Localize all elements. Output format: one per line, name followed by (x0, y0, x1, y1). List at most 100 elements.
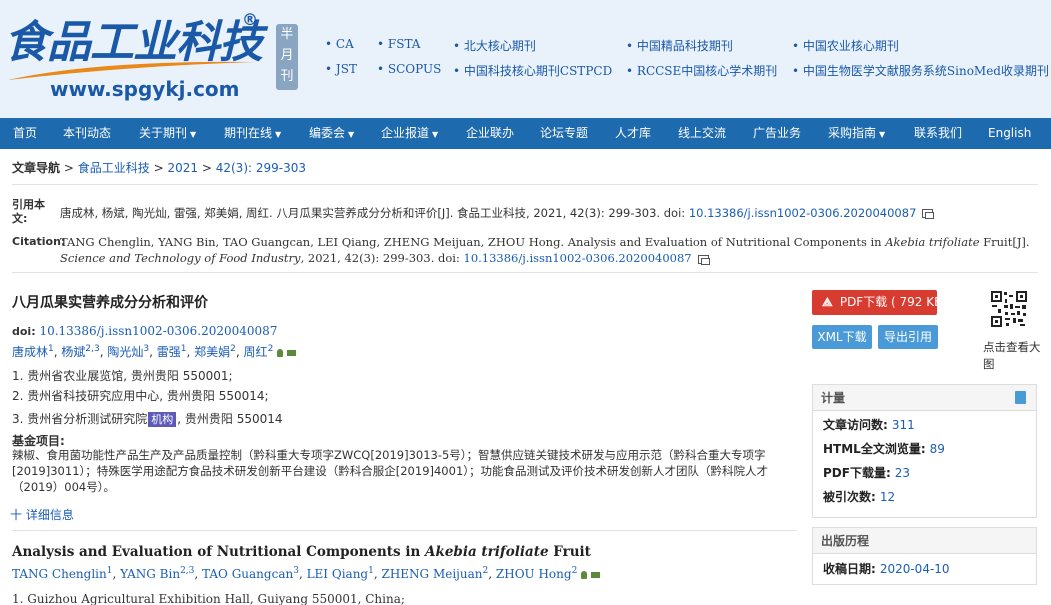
citation-en-species: Akebia trifoliate (885, 235, 980, 249)
stat-row: HTML全文浏览量: 89 (813, 437, 1036, 461)
authors-cn: 唐成林1, 杨斌2,3, 陶光灿3, 雷强1, 郑美娟2, 周红2 (12, 343, 297, 360)
breadcrumb-sep: > (63, 161, 74, 175)
nav-home[interactable]: 首页 (13, 118, 37, 149)
author-sup: 2,3 (85, 344, 100, 354)
index-cn-agri-core: 中国农业核心期刊 (792, 37, 899, 54)
author-link[interactable]: 周红 (244, 345, 268, 359)
author-sup: 2 (267, 344, 274, 354)
affiliation-3-text: 3. 贵州省分析测试研究院 (12, 412, 148, 426)
nav-english[interactable]: English (988, 118, 1031, 149)
author-sup: 1 (368, 566, 374, 576)
breadcrumb-label: 文章导航 (12, 161, 61, 175)
index-ca: CA (325, 37, 354, 51)
affiliation-1: 1. 贵州省农业展览馆, 贵州贵阳 550001; (12, 369, 233, 383)
nav-enterprise-co[interactable]: 企业联办 (466, 118, 514, 149)
author-link[interactable]: LEI Qiang (307, 567, 369, 581)
author-sup: 2,3 (180, 566, 195, 576)
divider (12, 272, 1038, 273)
pdf-download-label: PDF下载 ( 792 KB) (839, 295, 937, 309)
nav-contact[interactable]: 联系我们 (914, 118, 962, 149)
article-title-cn: 八月瓜果实营养成分分析和评价 (12, 295, 208, 311)
citation-en-text: TANG Chenglin, YANG Bin, TAO Guangcan, L… (60, 235, 882, 249)
stat-label: 文章访问数: (823, 418, 888, 432)
doi-line: doi: 10.13386/j.issn1002-0306.2020040087 (12, 324, 277, 338)
pdf-download-button[interactable]: ⟁ PDF下载 ( 792 KB) (812, 290, 937, 315)
author-link[interactable]: ZHOU Hong (496, 567, 572, 581)
citation-en-doi[interactable]: 10.13386/j.issn1002-0306.2020040087 (464, 251, 692, 265)
copy-icon[interactable] (922, 209, 935, 219)
institution-tag[interactable]: 机构 (148, 412, 177, 427)
affiliation-3: 3. 贵州省分析测试研究院 机构, 贵州贵阳 550014 (12, 410, 283, 427)
nav-online[interactable]: 期刊在线 ▼ (224, 118, 281, 149)
breadcrumb-journal[interactable]: 食品工业科技 (78, 161, 150, 175)
stat-value[interactable]: 12 (880, 490, 895, 504)
author-link[interactable]: 杨斌 (61, 345, 85, 359)
author-sup: 1 (106, 566, 113, 576)
breadcrumb: 文章导航 > 食品工业科技 > 2021 > 42(3): 299-303 (12, 159, 306, 176)
citation-cn-doi[interactable]: 10.13386/j.issn1002-0306.2020040087 (689, 206, 917, 220)
fund-text: 辣椒、食用菌功能性产品生产及产品质量控制（黔科重大专项字ZWCQ[2019]30… (12, 448, 769, 494)
citation-en-text: Fruit[J]. (983, 235, 1030, 249)
author-sup: 2 (230, 344, 236, 354)
mail-icon[interactable] (591, 571, 601, 578)
stat-value[interactable]: 311 (892, 418, 915, 432)
nav-procurement[interactable]: 采购指南 ▼ (828, 118, 885, 149)
nav-news[interactable]: 本刊动态 (63, 118, 111, 149)
authors-en: TANG Chenglin1, YANG Bin2,3, TAO Guangca… (12, 566, 601, 581)
chevron-down-icon: ▼ (190, 130, 197, 139)
semimonthly-badge: 半 月 刊 (276, 24, 298, 90)
nav-enterprise-reports[interactable]: 企业报道 ▼ (381, 118, 438, 149)
citation-cn-text: 唐成林, 杨斌, 陶光灿, 雷强, 郑美娟, 周红. 八月瓜果实营养成分分析和评… (60, 206, 686, 220)
nav-advertising[interactable]: 广告业务 (753, 118, 801, 149)
breadcrumb-sep: > (201, 161, 212, 175)
main-nav: 首页 本刊动态 关于期刊 ▼ 期刊在线 ▼ 编委会 ▼ 企业报道 ▼ 企业联办 论坛专题… (0, 118, 1051, 149)
author-link[interactable]: ZHENG Meijuan (381, 567, 482, 581)
nav-online-exchange[interactable]: 线上交流 (678, 118, 726, 149)
author-link[interactable]: 雷强 (157, 345, 181, 359)
qr-code-icon[interactable] (990, 290, 1028, 328)
nav-about[interactable]: 关于期刊 ▼ (139, 118, 196, 149)
article-title-en: Analysis and Evaluation of Nutritional C… (12, 544, 591, 560)
citation-cn-label: 引用本文: (12, 198, 45, 225)
citation-cn: 唐成林, 杨斌, 陶光灿, 雷强, 郑美娟, 周红. 八月瓜果实营养成分分析和评… (60, 205, 1035, 221)
author-link[interactable]: TANG Chenglin (12, 567, 107, 581)
author-sup: 1 (180, 344, 187, 354)
export-citation-button[interactable]: 导出引用 (878, 325, 938, 349)
divider (12, 530, 797, 531)
citation-en-journal: Science and Technology of Food Industry (60, 251, 301, 265)
chevron-down-icon: ▼ (275, 130, 282, 139)
site-header: 食品工业科技 ® www.spgykj.com 半 月 刊 CA FSTA 北大… (0, 0, 1051, 118)
author-sup: 3 (143, 344, 150, 354)
stat-value[interactable]: 23 (895, 466, 910, 480)
chevron-down-icon: ▼ (432, 130, 439, 139)
breadcrumb-year[interactable]: 2021 (167, 161, 198, 175)
author-link[interactable]: 郑美娟 (194, 345, 230, 359)
author-link[interactable]: TAO Guangcan (202, 567, 293, 581)
divider (12, 184, 1038, 185)
index-jst: JST (325, 62, 357, 76)
author-sup: 2 (482, 566, 489, 576)
copy-icon[interactable] (697, 254, 710, 265)
site-url[interactable]: www.spgykj.com (50, 77, 240, 101)
title-en-text: Fruit (553, 544, 591, 560)
author-link[interactable]: 唐成林 (12, 345, 48, 359)
doi-link[interactable]: 10.13386/j.issn1002-0306.2020040087 (39, 324, 277, 338)
affiliation-3-text: , 贵州贵阳 550014 (177, 412, 283, 426)
badge-char: 月 (280, 48, 294, 63)
xml-download-button[interactable]: XML下载 (812, 325, 872, 349)
author-link[interactable]: 陶光灿 (107, 345, 143, 359)
author-link[interactable]: YANG Bin (120, 567, 180, 581)
title-en-text: Analysis and Evaluation of Nutritional C… (12, 544, 421, 560)
author-sup: 1 (48, 344, 54, 354)
breadcrumb-issue[interactable]: 42(3): 299-303 (216, 161, 306, 175)
affiliation-en-1: 1. Guizhou Agricultural Exhibition Hall,… (12, 592, 405, 605)
pdf-icon: ⟁ (822, 295, 833, 309)
more-info-toggle[interactable]: 十 详细信息 (10, 506, 74, 523)
nav-editorial-board[interactable]: 编委会 ▼ (309, 118, 354, 149)
nav-forum[interactable]: 论坛专题 (540, 118, 588, 149)
person-icon (277, 348, 284, 357)
badge-char: 半 (280, 27, 294, 42)
nav-talent[interactable]: 人才库 (615, 118, 651, 149)
stat-value[interactable]: 89 (930, 442, 945, 456)
mail-icon[interactable] (287, 349, 297, 356)
